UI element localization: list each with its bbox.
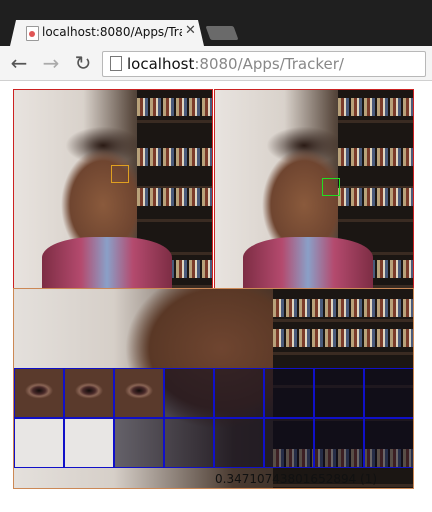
- forward-arrow-icon[interactable]: →: [38, 50, 64, 76]
- url-path: :8080/Apps/Tracker/: [194, 55, 344, 73]
- grid-cell: [64, 418, 114, 468]
- grid-cell: [14, 368, 64, 418]
- shirt: [242, 236, 374, 288]
- zoomed-face-frame: [13, 288, 414, 489]
- favicon-icon: [26, 26, 39, 41]
- back-arrow-icon[interactable]: ←: [6, 50, 32, 76]
- camera-frame-right: [214, 89, 414, 289]
- address-bar[interactable]: localhost:8080/Apps/Tracker/: [102, 51, 426, 77]
- eye-patch-grid: [14, 368, 413, 468]
- grid-cell: [314, 368, 364, 418]
- grid-cell: [114, 418, 164, 468]
- shirt: [41, 236, 173, 288]
- new-tab-button[interactable]: [205, 26, 239, 40]
- grid-cell: [164, 418, 214, 468]
- grid-cell: [364, 368, 413, 418]
- close-icon[interactable]: ✕: [185, 23, 196, 38]
- grid-cell: [114, 368, 164, 418]
- tracker-value-readout: 0.34710743801652894 (1): [215, 472, 378, 486]
- grid-cell: [314, 418, 364, 468]
- grid-cell: [214, 418, 264, 468]
- grid-cell: [164, 368, 214, 418]
- grid-cell: [364, 418, 413, 468]
- browser-tab[interactable]: localhost:8080/Apps/Tracl ✕: [10, 20, 204, 46]
- tab-title: localhost:8080/Apps/Tracl: [42, 25, 182, 39]
- page-icon: [110, 56, 122, 71]
- url-host: localhost: [127, 55, 195, 73]
- eye-detection-box-left: [111, 165, 129, 183]
- browser-window: localhost:8080/Apps/Tracl ✕ ← → ↻ localh…: [0, 0, 432, 512]
- page-content: 0.34710743801652894 (1): [0, 81, 432, 512]
- reload-icon[interactable]: ↻: [70, 50, 96, 76]
- toolbar: ← → ↻ localhost:8080/Apps/Tracker/: [0, 46, 432, 81]
- grid-cell: [214, 368, 264, 418]
- grid-cell: [264, 368, 314, 418]
- grid-cell: [14, 418, 64, 468]
- url-text: localhost:8080/Apps/Tracker/: [127, 55, 344, 73]
- grid-cell: [264, 418, 314, 468]
- grid-cell: [64, 368, 114, 418]
- camera-frame-left: [13, 89, 213, 289]
- eye-detection-box-right: [322, 178, 340, 196]
- title-bar: localhost:8080/Apps/Tracl ✕: [0, 0, 432, 46]
